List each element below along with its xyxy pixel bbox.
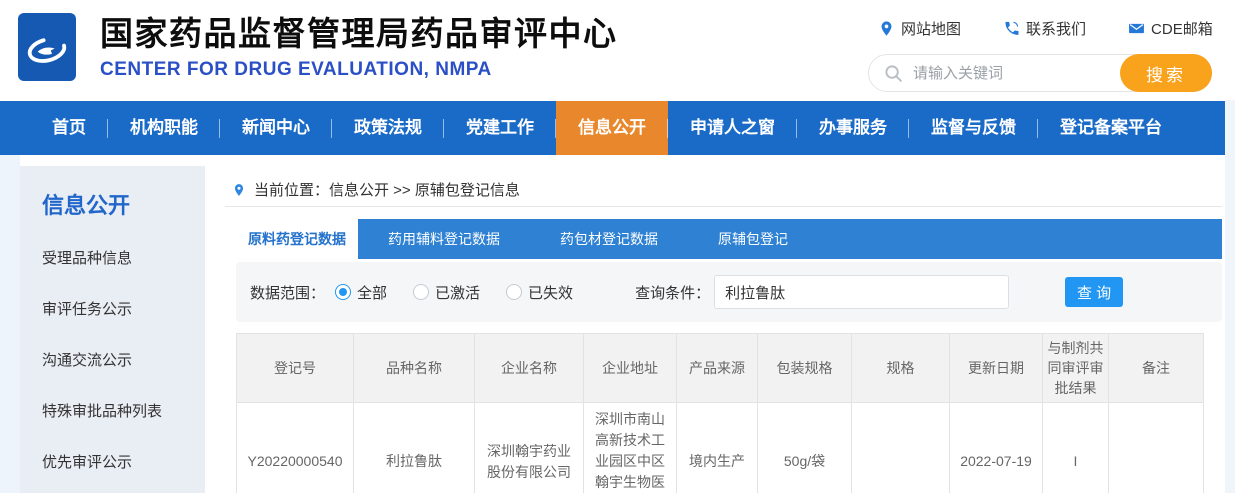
cde-mail-link[interactable]: CDE邮箱 — [1128, 18, 1213, 39]
tab-api-registration[interactable]: 原料药登记数据 — [236, 219, 358, 259]
scope-label: 数据范围： — [250, 284, 326, 302]
cde-mail-link-label: CDE邮箱 — [1151, 21, 1213, 38]
site-title-block: 国家药品监督管理局药品审评中心 CENTER FOR DRUG EVALUATI… — [100, 14, 618, 81]
header-cell-remarks: 备注 — [1108, 333, 1204, 403]
header-cell-company-address: 企业地址 — [583, 333, 677, 403]
sitemap-link-label: 网站地图 — [901, 21, 962, 38]
header-quick-links: 网站地图 联系我们 CDE邮箱 — [878, 18, 1213, 39]
query-condition-label: 查询条件： — [635, 284, 711, 302]
breadcrumb-text: 当前位置：信息公开 >> 原辅包登记信息 — [254, 182, 520, 199]
tab-packaging-registration[interactable]: 药包材登记数据 — [530, 219, 688, 259]
mail-icon — [1129, 23, 1144, 34]
tab-excipient-registration[interactable]: 药用辅料登记数据 — [358, 219, 530, 259]
site-search-bar: 搜索 — [868, 54, 1212, 92]
radio-icon-all[interactable] — [335, 284, 352, 300]
nav-item-applicant-window[interactable]: 申请人之窗 — [668, 101, 797, 155]
site-search-button[interactable]: 搜索 — [1120, 54, 1212, 92]
radio-label-activated: 已激活 — [435, 284, 481, 302]
header-cell-joint-review-result: 与制剂共同审评审批结果 — [1042, 333, 1109, 403]
nav-item-news[interactable]: 新闻中心 — [220, 101, 332, 155]
radio-icon-expired[interactable] — [506, 284, 523, 300]
radio-label-expired: 已失效 — [528, 284, 574, 302]
sidebar-item-priority-review[interactable]: 优先审评公示 — [20, 436, 205, 487]
page-scrollbar-track[interactable] — [1225, 100, 1235, 493]
sidebar-item-communication[interactable]: 沟通交流公示 — [20, 334, 205, 385]
header-cell-variety-name: 品种名称 — [353, 333, 475, 403]
radio-icon-activated[interactable] — [413, 284, 430, 300]
header-cell-update-date: 更新日期 — [949, 333, 1043, 403]
nav-item-registration-platform[interactable]: 登记备案平台 — [1038, 101, 1184, 155]
cell-registration-no: Y20220000540 — [236, 402, 354, 493]
map-pin-icon — [881, 21, 892, 36]
cde-logo — [18, 13, 76, 81]
nav-item-home[interactable]: 首页 — [30, 101, 108, 155]
nav-item-supervision-feedback[interactable]: 监督与反馈 — [909, 101, 1038, 155]
cell-variety-name: 利拉鲁肽 — [353, 402, 475, 493]
breadcrumb-divider — [225, 206, 1222, 207]
search-icon — [885, 65, 902, 82]
breadcrumb: 当前位置：信息公开 >> 原辅包登记信息 — [232, 179, 520, 200]
site-search-input[interactable] — [913, 55, 1113, 91]
header-cell-company-name: 企业名称 — [474, 333, 584, 403]
cell-package-spec: 50g/袋 — [757, 402, 852, 493]
main-nav: 首页 机构职能 新闻中心 政策法规 党建工作 信息公开 申请人之窗 办事服务 监… — [0, 101, 1225, 155]
cell-company-name: 深圳翰宇药业股份有限公司 — [474, 402, 584, 493]
table-header-row: 登记号 品种名称 企业名称 企业地址 产品来源 包装规格 规格 更新日期 与制剂… — [236, 333, 1204, 403]
tab-raw-aux-pack-registration[interactable]: 原辅包登记 — [688, 219, 818, 259]
nav-item-party-building[interactable]: 党建工作 — [444, 101, 556, 155]
cde-logo-icon — [27, 37, 67, 63]
registration-data-tabs: 原料药登记数据 药用辅料登记数据 药包材登记数据 原辅包登记 — [236, 219, 1222, 259]
sitemap-link[interactable]: 网站地图 — [878, 18, 961, 39]
nav-item-services[interactable]: 办事服务 — [797, 101, 909, 155]
site-title-en: CENTER FOR DRUG EVALUATION, NMPA — [100, 59, 492, 80]
cell-remarks — [1108, 402, 1204, 493]
nav-item-info-disclosure[interactable]: 信息公开 — [556, 101, 668, 155]
cell-spec — [851, 402, 950, 493]
cell-update-date: 2022-07-19 — [949, 402, 1043, 493]
sidebar-item-special-approval[interactable]: 特殊审批品种列表 — [20, 385, 205, 436]
query-condition-input[interactable] — [714, 275, 1010, 309]
site-title-cn: 国家药品监督管理局药品审评中心 — [100, 15, 618, 52]
radio-option-activated[interactable]: 已激活 — [413, 282, 480, 303]
cell-company-address: 深圳市南山高新技术工业园区中区翰宇生物医药园 — [583, 402, 677, 493]
sidebar-item-accepted-varieties[interactable]: 受理品种信息 — [20, 232, 205, 283]
sidebar-item-review-tasks[interactable]: 审评任务公示 — [20, 283, 205, 334]
nav-item-functions[interactable]: 机构职能 — [108, 101, 220, 155]
sidebar-title: 信息公开 — [42, 193, 131, 218]
sidebar-item-breakthrough-therapy[interactable]: 突破性治疗公示 — [20, 487, 205, 493]
cell-joint-review-result: I — [1042, 402, 1109, 493]
header-cell-package-spec: 包装规格 — [757, 333, 852, 403]
header-cell-registration-no: 登记号 — [236, 333, 354, 403]
header-cell-spec: 规格 — [851, 333, 950, 403]
nav-item-policies[interactable]: 政策法规 — [332, 101, 444, 155]
radio-label-all: 全部 — [357, 284, 388, 302]
sidebar-info-disclosure: 信息公开 受理品种信息 审评任务公示 沟通交流公示 特殊审批品种列表 优先审评公… — [20, 166, 205, 493]
site-header: 国家药品监督管理局药品审评中心 CENTER FOR DRUG EVALUATI… — [0, 0, 1235, 101]
cell-product-source: 境内生产 — [676, 402, 758, 493]
phone-icon — [1005, 21, 1019, 35]
contact-link[interactable]: 联系我们 — [1003, 18, 1086, 39]
query-button[interactable]: 查 询 — [1065, 277, 1124, 307]
radio-option-expired[interactable]: 已失效 — [506, 282, 573, 303]
location-pin-icon — [234, 183, 244, 196]
filter-bar: 数据范围： 全部 已激活 已失效 查询条件： 查 询 — [236, 262, 1222, 322]
radio-option-all[interactable]: 全部 — [335, 282, 387, 303]
results-table-wrap: 登记号 品种名称 企业名称 企业地址 产品来源 包装规格 规格 更新日期 与制剂… — [236, 333, 1204, 493]
results-table: 登记号 品种名称 企业名称 企业地址 产品来源 包装规格 规格 更新日期 与制剂… — [236, 333, 1204, 493]
table-row: Y20220000540 利拉鲁肽 深圳翰宇药业股份有限公司 深圳市南山高新技术… — [236, 402, 1204, 493]
page-left-gutter — [0, 155, 20, 493]
header-cell-product-source: 产品来源 — [676, 333, 758, 403]
contact-link-label: 联系我们 — [1026, 21, 1087, 38]
